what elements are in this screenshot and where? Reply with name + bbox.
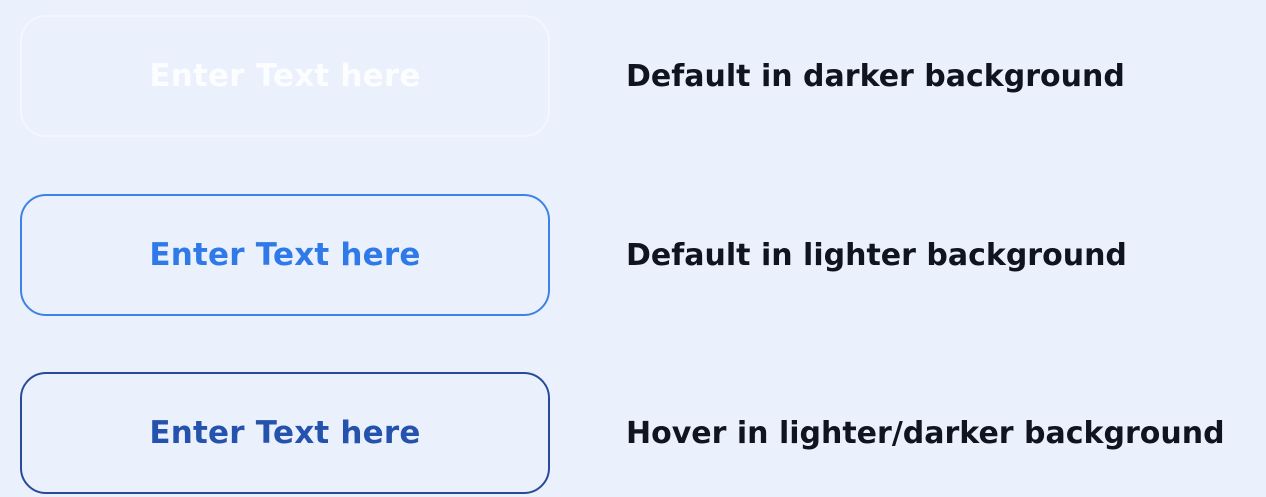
outline-button-label: Enter Text here <box>149 58 421 94</box>
variant-description: Default in lighter background <box>626 238 1127 273</box>
outline-button-dark-default[interactable]: Enter Text here <box>20 15 550 137</box>
outline-button-label: Enter Text here <box>149 237 421 273</box>
outline-button-hover[interactable]: Enter Text here <box>20 372 550 494</box>
variant-description: Default in darker background <box>626 59 1125 94</box>
outline-button-light-default[interactable]: Enter Text here <box>20 194 550 316</box>
outline-button-label: Enter Text here <box>149 415 421 451</box>
variant-description: Hover in lighter/darker background <box>626 416 1225 451</box>
